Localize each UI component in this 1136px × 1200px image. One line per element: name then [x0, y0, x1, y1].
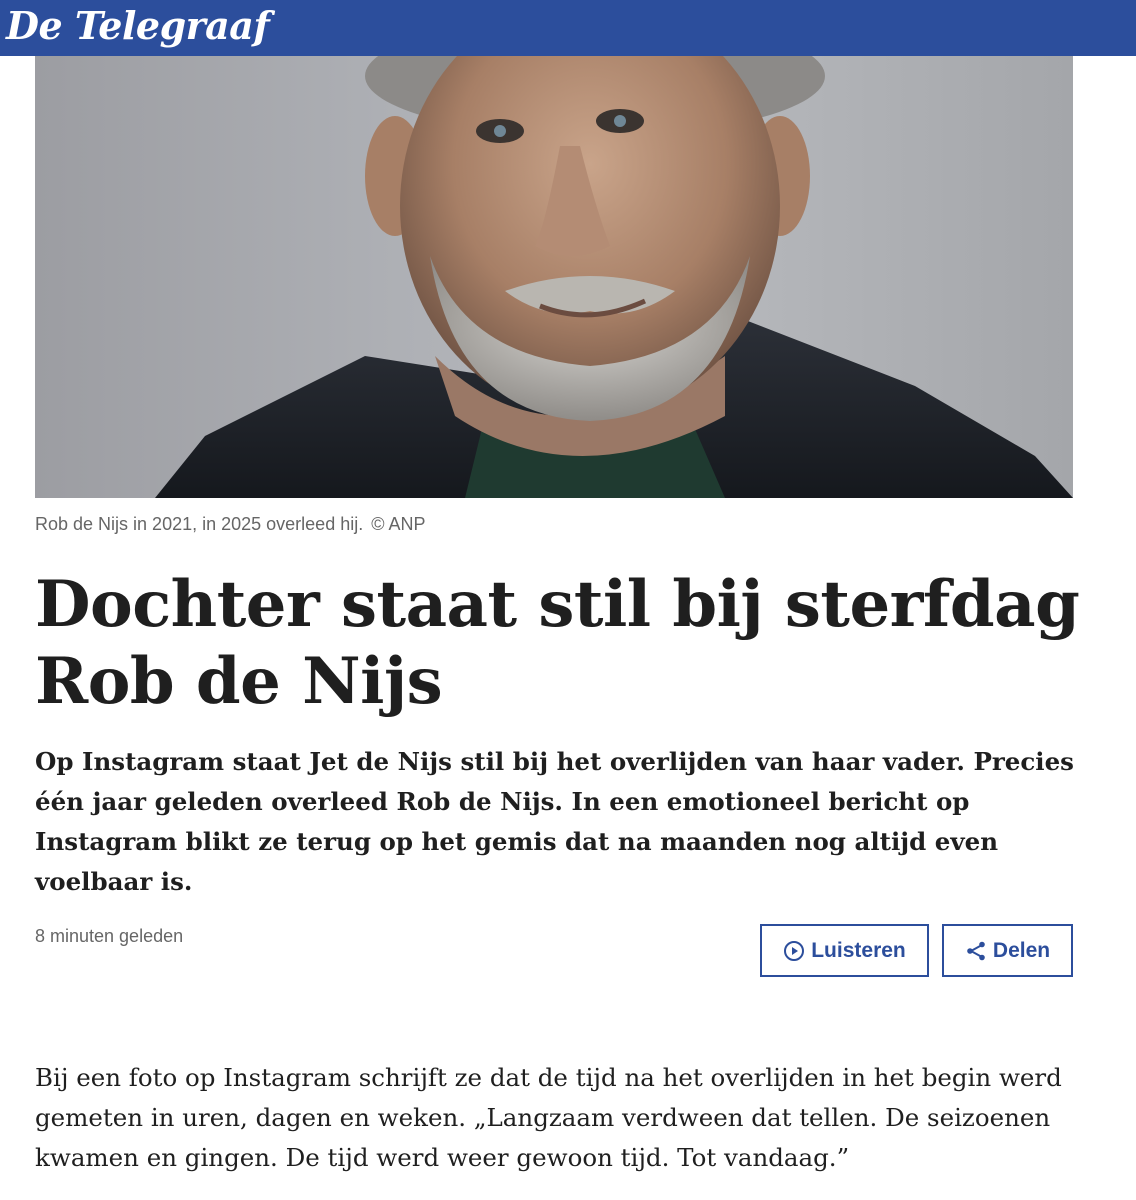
listen-button[interactable]: Luisteren [760, 924, 929, 977]
listen-button-label: Luisteren [811, 938, 906, 962]
share-icon [965, 940, 987, 962]
share-button[interactable]: Delen [942, 924, 1073, 977]
share-button-label: Delen [992, 938, 1051, 962]
portrait-photo [155, 56, 1073, 498]
play-circle-icon [783, 940, 805, 962]
publish-timestamp: 8 minuten geleden [35, 926, 184, 946]
image-caption: Rob de Nijs in 2021, in 2025 overleed hi… [35, 512, 1073, 536]
article-headline: Dochter staat stil bij sterfdag Rob de N… [35, 567, 1080, 719]
site-logo[interactable]: De Telegraaf [6, 2, 270, 50]
article-body-paragraph: Bij een foto op Instagram schrijft ze da… [35, 1063, 1062, 1172]
top-bar: De Telegraaf [0, 0, 1136, 56]
caption-text: Rob de Nijs in 2021, in 2025 overleed hi… [35, 514, 364, 534]
photo-credit: © ANP [371, 514, 426, 534]
hero-image [35, 56, 1073, 498]
article-lead: Op Instagram staat Jet de Nijs stil bij … [35, 747, 1074, 896]
